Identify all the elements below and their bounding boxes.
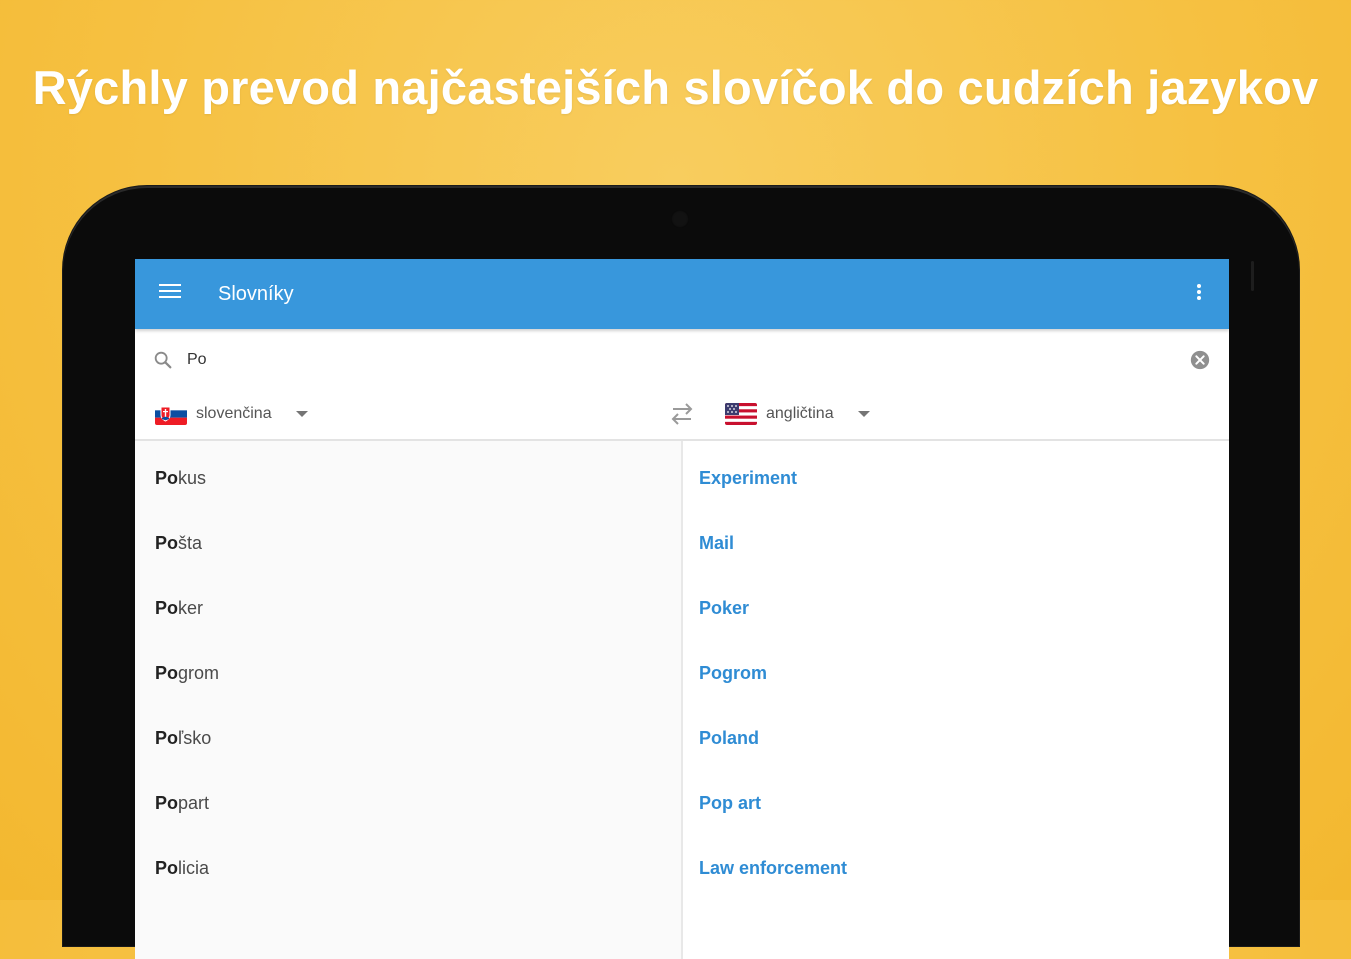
word-suffix: part (178, 793, 210, 813)
translation-item[interactable]: Poland (683, 706, 1229, 771)
search-panel: slovenčina (135, 329, 1229, 441)
tablet-frame: Slovníky Po slovenčina angličtina Po kus… (63, 186, 1299, 959)
translation-item[interactable]: Pop art (683, 771, 1229, 836)
search-input[interactable] (187, 347, 1167, 373)
word-match-prefix: Po (155, 858, 179, 878)
list-item[interactable]: Po šta (135, 511, 681, 576)
word-suffix: ľsko (178, 728, 212, 748)
word-match-prefix: Po (155, 468, 179, 488)
translation-item[interactable]: Law enforcement (683, 836, 1229, 901)
list-item[interactable]: Po ker (135, 576, 681, 641)
translation-item[interactable]: Experiment (683, 446, 1229, 511)
word-match-prefix: Po (155, 728, 179, 748)
promo-headline: Rýchly prevod najčastejších slovíčok do … (32, 61, 1319, 114)
clear-circle-icon[interactable] (1189, 349, 1211, 371)
translation-item[interactable]: Poker (683, 576, 1229, 641)
translations-column: Experiment Mail Poker Pogrom Poland Pop … (683, 441, 1229, 959)
usa-flag-icon (725, 403, 757, 425)
list-item[interactable]: Po licia (135, 836, 681, 901)
list-item[interactable]: Po ľsko (135, 706, 681, 771)
translation-item[interactable]: Mail (683, 511, 1229, 576)
list-item[interactable]: Po kus (135, 446, 681, 511)
word-match-prefix: Po (155, 663, 179, 683)
word-suffix: licia (178, 858, 210, 878)
swap-arrows-icon[interactable] (667, 400, 697, 428)
more-vert-icon[interactable] (1189, 284, 1209, 304)
camera-icon (671, 210, 689, 228)
translation-item[interactable]: Pogrom (683, 641, 1229, 706)
word-match-prefix: Po (155, 533, 179, 553)
chevron-down-icon (857, 411, 870, 417)
source-language-label: slovenčina (196, 405, 272, 422)
chevron-down-icon (295, 411, 308, 417)
target-language-label: angličtina (766, 405, 834, 422)
list-item[interactable]: Po part (135, 771, 681, 836)
hamburger-menu-icon[interactable] (159, 284, 181, 302)
list-item[interactable]: Po grom (135, 641, 681, 706)
word-suffix: šta (178, 533, 203, 553)
tablet-side-button (1251, 261, 1254, 291)
target-language-select[interactable]: angličtina (725, 402, 870, 426)
results-list: Po kus Po šta Po ker Po grom Po ľsko Po part P… (135, 441, 1229, 959)
search-icon (154, 351, 172, 369)
word-suffix: ker (178, 598, 204, 618)
word-match-prefix: Po (155, 598, 179, 618)
slovakia-flag-icon (155, 403, 187, 425)
word-suffix: grom (178, 663, 220, 683)
app-screen: Slovníky Po slovenčina angličtina Po kus… (135, 259, 1229, 959)
app-bar: Slovníky (135, 259, 1229, 329)
word-suffix: kus (178, 468, 207, 488)
word-match-prefix: Po (155, 793, 179, 813)
app-title: Slovníky (218, 283, 294, 305)
source-language-select[interactable]: slovenčina (155, 402, 308, 426)
source-words-column: Po kus Po šta Po ker Po grom Po ľsko Po part P… (135, 441, 683, 959)
